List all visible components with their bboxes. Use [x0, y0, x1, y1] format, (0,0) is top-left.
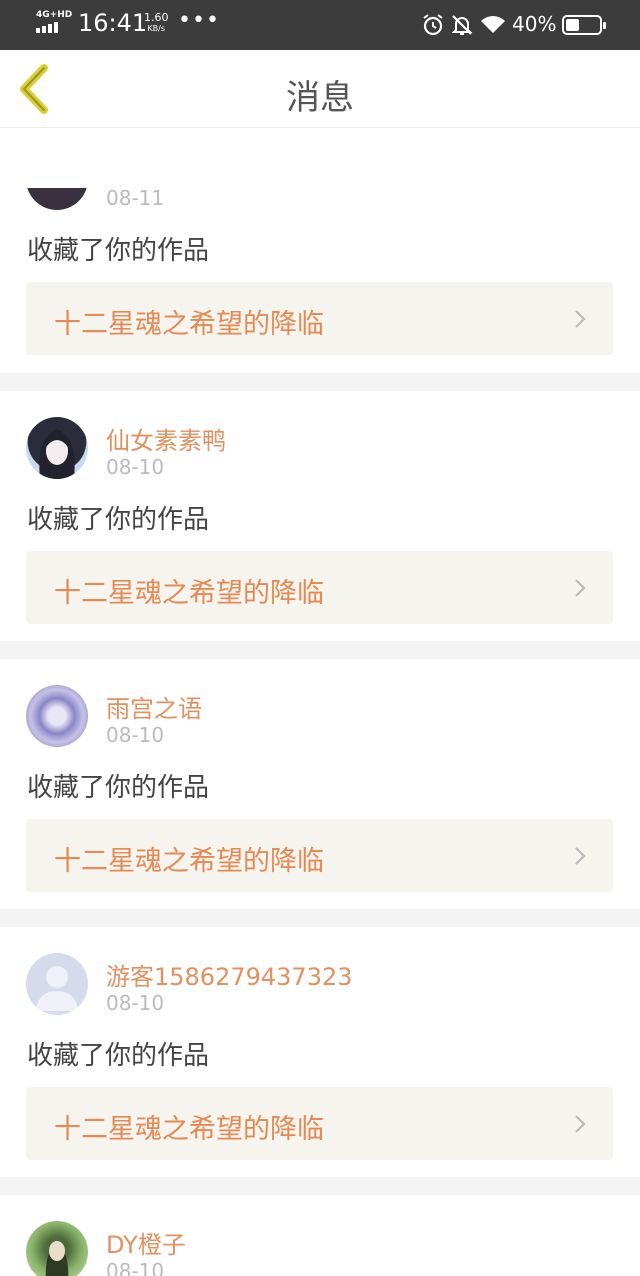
signal-icon	[36, 22, 58, 33]
speed-unit: KB/s	[147, 24, 166, 33]
message-date: 08-10	[106, 723, 165, 747]
message-date: 08-11	[106, 186, 165, 210]
work-title: 十二星魂之希望的降临	[54, 846, 324, 877]
work-title: 十二星魂之希望的降临	[54, 309, 324, 340]
clock: 16:41	[78, 9, 148, 37]
avatar[interactable]	[26, 1221, 88, 1276]
header: 消息	[0, 50, 640, 128]
network-type: 4G+HD	[36, 10, 73, 20]
battery-percent: 40%	[512, 12, 557, 36]
network-speed: 1.60 KB/s	[144, 12, 169, 34]
work-link[interactable]: 十二星魂之希望的降临	[26, 282, 613, 355]
message-card: DY橙子 08-10	[0, 1195, 640, 1276]
username[interactable]: 游客1586279437323	[106, 957, 353, 992]
speed-value: 1.60	[144, 11, 169, 24]
message-date: 08-10	[106, 455, 165, 479]
username[interactable]: 仙女素素鸭	[106, 421, 226, 456]
page-title: 消息	[286, 78, 354, 118]
wifi-icon	[481, 16, 505, 33]
work-title: 十二星魂之希望的降临	[54, 1114, 324, 1145]
username[interactable]: 雨宫之语	[106, 689, 202, 724]
chevron-right-icon	[575, 847, 586, 865]
message-card: 游客1586279437323 08-10 收藏了你的作品 十二星魂之希望的降临	[0, 927, 640, 1177]
tab-bar-cover	[0, 128, 640, 188]
avatar[interactable]	[26, 685, 88, 747]
message-action: 收藏了你的作品	[27, 1041, 210, 1071]
chevron-right-icon	[575, 310, 586, 328]
battery-icon	[562, 15, 606, 35]
message-card: 雨宫之语 08-10 收藏了你的作品 十二星魂之希望的降临	[0, 659, 640, 909]
status-bar: 4G+HD 16:41 1.60 KB/s ••• 40%	[0, 0, 640, 50]
battery-level	[566, 19, 579, 31]
chevron-right-icon	[575, 1115, 586, 1133]
mute-icon	[451, 15, 473, 35]
work-link[interactable]: 十二星魂之希望的降临	[26, 551, 613, 624]
work-link[interactable]: 十二星魂之希望的降临	[26, 819, 613, 892]
message-card: 08-11 收藏了你的作品 十二星魂之希望的降临	[0, 148, 640, 373]
work-title: 十二星魂之希望的降临	[54, 578, 324, 609]
chevron-right-icon	[575, 579, 586, 597]
message-action: 收藏了你的作品	[27, 773, 210, 803]
avatar[interactable]	[26, 417, 88, 479]
message-date: 08-10	[106, 1259, 165, 1276]
avatar[interactable]	[26, 953, 88, 1015]
work-link[interactable]: 十二星魂之希望的降临	[26, 1087, 613, 1160]
message-date: 08-10	[106, 991, 165, 1015]
alarm-icon	[423, 14, 443, 36]
message-action: 收藏了你的作品	[27, 505, 210, 535]
message-card: 仙女素素鸭 08-10 收藏了你的作品 十二星魂之希望的降临	[0, 391, 640, 641]
more-notifications-icon: •••	[178, 8, 220, 33]
message-action: 收藏了你的作品	[27, 236, 210, 266]
username[interactable]: DY橙子	[106, 1225, 186, 1260]
